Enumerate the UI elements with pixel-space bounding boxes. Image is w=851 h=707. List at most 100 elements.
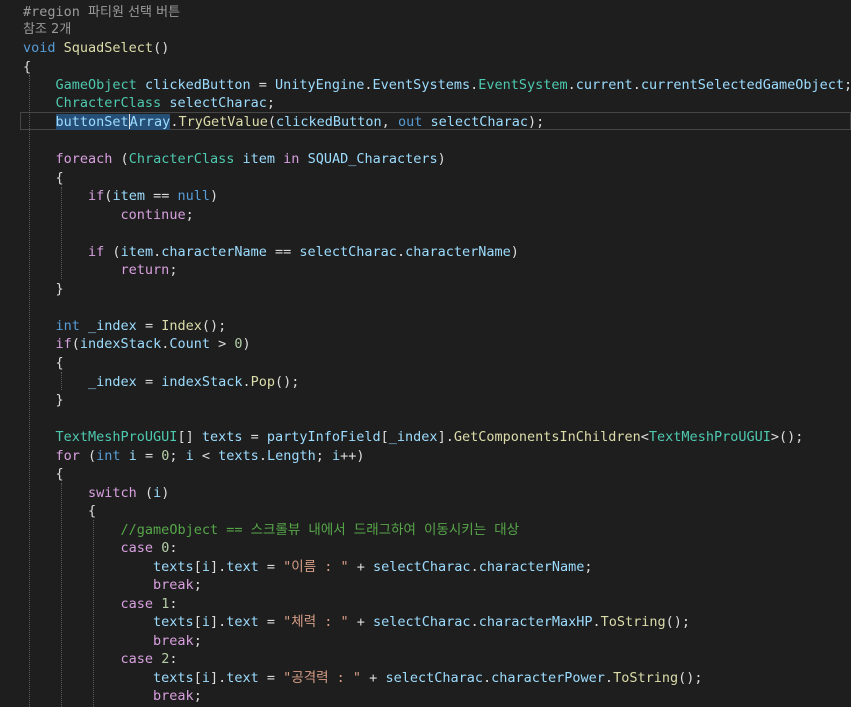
keyword-token: break (153, 688, 194, 704)
variable-token: item (242, 151, 276, 167)
code-line: { (23, 466, 64, 482)
method-token: Pop (250, 374, 276, 390)
variable-token: _index (88, 374, 137, 390)
variable-token: i (128, 448, 137, 464)
code-line: for (int i = 0; i < texts.Length; i++) (55, 448, 365, 464)
code-line: #region 파티원 선택 버튼 (23, 3, 180, 22)
property-token: text (226, 614, 259, 630)
property-token: text (226, 559, 259, 575)
variable-token: clickedButton (144, 77, 251, 93)
property-token: Count (169, 336, 210, 352)
code-line: GameObject clickedButton = UnityEngine.E… (55, 77, 851, 93)
code-line: continue; (120, 207, 194, 223)
variable-token: texts (153, 559, 194, 575)
variable-token: texts (153, 670, 194, 686)
property-token: Length (266, 448, 316, 464)
method-name: SquadSelect (63, 40, 154, 56)
code-line: if(item == null) (88, 188, 219, 204)
keyword-token: continue (120, 207, 186, 223)
variable-token: selectCharac (373, 614, 471, 630)
variable-token: indexStack (161, 374, 243, 390)
keyword-token: if (55, 336, 72, 352)
variable-token: texts (201, 429, 243, 445)
keyword-token: if (88, 188, 105, 204)
property-token: characterName (405, 244, 511, 260)
code-line: return; (120, 262, 178, 278)
property-token: text (226, 670, 259, 686)
selected-text: buttonSetArray (55, 114, 171, 130)
code-line: switch (i) (88, 485, 170, 501)
method-token: ToString (613, 670, 679, 686)
code-line: int _index = Index(); (55, 318, 227, 334)
keyword-token: if (88, 244, 105, 260)
string-token: "이름 : " (283, 559, 349, 575)
variable-token: buttonSet (55, 114, 129, 130)
code-line: case 1: (120, 596, 178, 612)
code-line: break; (153, 633, 202, 649)
keyword-token: int (55, 318, 80, 334)
keyword-token: break (153, 633, 194, 649)
namespace-token: UnityEngine (275, 77, 365, 93)
variable-token: Array (129, 114, 171, 130)
code-line: //gameObject == 스크롤뷰 내에서 드래그하여 이동시키는 대상 (23, 521, 520, 540)
type-token: TextMeshProUGUI (648, 429, 771, 445)
variable-token: i (153, 485, 162, 501)
keyword-token: return (120, 262, 170, 278)
code-line: void SquadSelect() (23, 40, 170, 56)
number-token: 0 (161, 540, 170, 556)
code-line: foreach (ChracterClass item in SQUAD_Cha… (55, 151, 446, 167)
keyword-token: break (153, 577, 194, 593)
keyword-token: null (177, 188, 210, 204)
code-line: { (23, 59, 32, 75)
number-token: 2 (161, 651, 170, 667)
variable-token: partyInfoField (266, 429, 381, 445)
code-line: case 2: (120, 651, 178, 667)
method-token: TryGetValue (178, 114, 268, 130)
keyword-token: switch (88, 485, 137, 501)
variable-token: i (201, 614, 210, 630)
code-line: texts[i].text = "이름 : " + selectCharac.c… (153, 559, 593, 575)
code-line: if (item.characterName == selectCharac.c… (88, 244, 519, 260)
code-line: if(indexStack.Count > 0) (55, 336, 251, 352)
keyword-token: in (283, 151, 300, 167)
code-line: } (23, 281, 64, 297)
code-line-current: buttonSetArray.TryGetValue(clickedButton… (55, 114, 545, 130)
type-token: ChracterClass (55, 95, 162, 111)
property-token: characterPower (491, 670, 605, 686)
code-line: TextMeshProUGUI[] texts = partyInfoField… (55, 429, 804, 445)
variable-token: _index (88, 318, 137, 334)
property-token: current (575, 77, 633, 93)
keyword-token: case (120, 540, 154, 556)
references-codelens[interactable]: 참조 2개 (23, 21, 71, 40)
string-token: "공격력 : " (283, 670, 362, 686)
code-line: ChracterClass selectCharac; (55, 95, 276, 111)
keyword-token: case (120, 596, 154, 612)
keyword-token: int (96, 448, 121, 464)
type-token: EventSystem (478, 77, 568, 93)
variable-token: _index (388, 429, 438, 445)
variable-token: SQUAD_Characters (307, 151, 438, 167)
code-line: case 0: (120, 540, 178, 556)
code-editor[interactable]: #region 파티원 선택 버튼 참조 2개 void SquadSelect… (0, 0, 851, 707)
string-token: "체력 : " (283, 614, 349, 630)
property-token: currentSelectedGameObject (640, 77, 845, 93)
keyword-token: case (120, 651, 154, 667)
code-line: _index = indexStack.Pop(); (88, 374, 300, 390)
type-token: TextMeshProUGUI (55, 429, 178, 445)
variable-token: selectCharac (299, 244, 397, 260)
code-line: } (23, 392, 64, 408)
type-token: GameObject (55, 77, 137, 93)
property-token: characterMaxHP (478, 614, 593, 630)
property-token: characterName (478, 559, 585, 575)
property-token: characterName (161, 244, 267, 260)
region-name: 파티원 선택 버튼 (88, 5, 181, 20)
method-token: Index (161, 318, 202, 334)
variable-token: selectCharac (430, 114, 529, 130)
region-directive: #region (23, 4, 80, 20)
method-token: ToString (600, 614, 666, 630)
variable-token: i (201, 670, 210, 686)
code-line: texts[i].text = "체력 : " + selectCharac.c… (153, 614, 691, 630)
keyword-token: void (23, 40, 56, 56)
code-line: break; (153, 688, 202, 704)
variable-token: selectCharac (373, 559, 471, 575)
